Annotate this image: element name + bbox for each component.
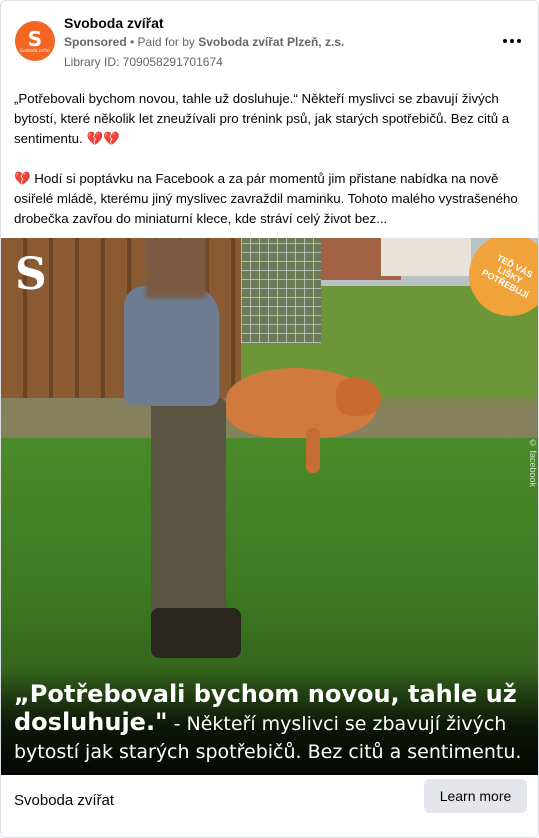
learn-more-button[interactable]: Learn more — [424, 779, 527, 813]
ad-card: S Svoboda zvířat Svoboda zvířat Sponsore… — [0, 0, 539, 838]
fox-leg — [306, 428, 320, 473]
ad-footer: Svoboda zvířat Learn more — [1, 775, 538, 837]
person-head-blurred — [146, 238, 206, 298]
fox-head — [336, 378, 381, 416]
wire-fence — [241, 238, 321, 343]
person-torso — [124, 286, 219, 406]
background-building — [381, 238, 471, 276]
broken-heart-icon: 💔 — [14, 171, 35, 186]
post-paragraph-2: 💔 Hodí si poptávku na Facebook a za pár … — [14, 169, 526, 229]
ad-image[interactable]: S TEĎ VÁS LIŠKY POTŘEBUJÍ © facebook „Po… — [1, 238, 538, 775]
sponsored-label[interactable]: Sponsored — [64, 35, 127, 49]
post-text: „Potřebovali bychom novou, tahle už dosl… — [14, 89, 526, 249]
image-caption: „Potřebovali bychom novou, tahle už dosl… — [14, 680, 529, 766]
post-paragraph-1: „Potřebovali bychom novou, tahle už dosl… — [14, 89, 526, 149]
paid-by-name[interactable]: Svoboda zvířat Plzeň, z.s. — [198, 35, 344, 49]
more-options-icon[interactable] — [500, 31, 524, 51]
footer-page-name[interactable]: Svoboda zvířat — [14, 792, 114, 809]
person-legs — [151, 398, 226, 628]
person-boots — [151, 608, 241, 658]
broken-heart-icon: 💔💔 — [86, 131, 120, 146]
avatar-subtext: Svoboda zvířat — [20, 47, 50, 53]
sponsored-line: Sponsored • Paid for by Svoboda zvířat P… — [64, 35, 344, 49]
page-name-link[interactable]: Svoboda zvířat — [64, 15, 164, 31]
facebook-watermark: © facebook — [528, 438, 538, 488]
post-header: S Svoboda zvířat Svoboda zvířat Sponsore… — [15, 13, 524, 73]
badge-text: TEĎ VÁS LIŠKY POTŘEBUJÍ — [480, 252, 535, 301]
paid-for-prefix: • Paid for by — [126, 35, 199, 49]
page-avatar[interactable]: S Svoboda zvířat — [15, 21, 55, 61]
avatar-logo-letter: S — [27, 26, 43, 51]
paragraph-2-text: Hodí si poptávku na Facebook a za pár mo… — [14, 171, 518, 226]
brand-logo-icon: S — [15, 249, 47, 300]
library-id: Library ID: 709058291701674 — [64, 55, 223, 69]
